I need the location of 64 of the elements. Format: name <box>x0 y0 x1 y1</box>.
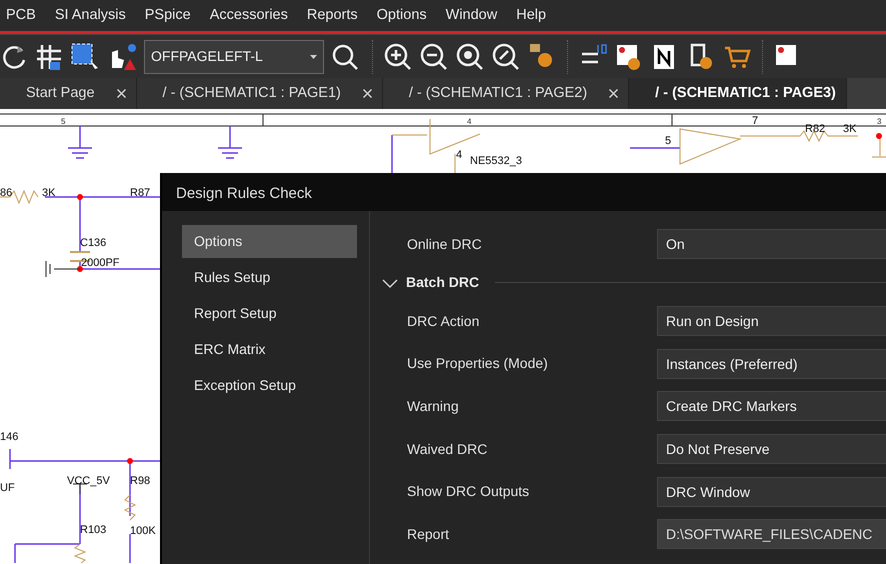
menu-item[interactable]: Help <box>516 4 546 26</box>
schematic-label: 86 <box>0 187 12 199</box>
close-icon[interactable] <box>116 89 126 98</box>
zoom-out-icon[interactable] <box>419 42 449 72</box>
menu-item[interactable]: Window <box>446 4 498 26</box>
schematic-label: VCC_5V <box>67 475 110 487</box>
document-tab[interactable]: / - (SCHEMATIC1 : PAGE1) <box>136 78 383 109</box>
select-icon[interactable] <box>70 42 100 72</box>
schematic-label: 3K <box>42 187 56 199</box>
zoom-fit-icon[interactable] <box>455 42 485 72</box>
document-tab[interactable]: / - (SCHEMATIC1 : PAGE3) <box>629 78 847 109</box>
schematic-label: C136 <box>80 237 106 249</box>
schematic-label: 3K <box>843 123 856 135</box>
schematic-label: 4 <box>456 149 462 161</box>
menu-item[interactable]: Accessories <box>210 4 288 26</box>
zoom-in-icon[interactable] <box>383 42 413 72</box>
dialog-title: Design Rules Check <box>162 173 886 211</box>
setting-label: Waived DRC <box>406 440 488 459</box>
schematic-label: 2000PF <box>81 257 120 269</box>
setting-dropdown[interactable]: DRC Window <box>657 476 886 507</box>
menu-item[interactable]: PSpice <box>144 4 191 26</box>
close-icon[interactable] <box>609 89 618 98</box>
setting-dropdown[interactable]: On <box>657 229 886 260</box>
setting-label: Show DRC Outputs <box>406 482 530 502</box>
schematic-label: R82 <box>805 123 826 135</box>
schematic-label: 7 <box>752 115 758 127</box>
component-dropdown[interactable]: OFFPAGELEFT-L <box>144 40 324 74</box>
nav-item[interactable]: ERC Matrix <box>182 333 357 366</box>
schematic-label: UF <box>0 482 15 494</box>
schematic-label: R87 <box>130 187 150 199</box>
setting-dropdown[interactable]: Run on Design <box>657 306 886 336</box>
setting-dropdown[interactable]: Create DRC Markers <box>657 391 886 422</box>
chevron-down-icon[interactable] <box>382 276 398 289</box>
schematic-label: 5 <box>665 135 672 147</box>
document-tab[interactable]: Start Page <box>0 78 137 109</box>
nav-item[interactable]: Options <box>182 225 357 258</box>
zoom-area-icon[interactable] <box>491 42 521 72</box>
schematic-label: 146 <box>0 431 18 443</box>
close-icon[interactable] <box>362 89 372 98</box>
zone-number: 4 <box>467 117 472 126</box>
nav-item[interactable]: Exception Setup <box>182 369 357 402</box>
path-field[interactable]: D:\SOFTWARE_FILES\CADENC <box>657 519 886 550</box>
schematic-label: R103 <box>80 524 106 536</box>
menu-item[interactable]: Reports <box>306 4 358 26</box>
setting-label: Online DRC <box>406 234 483 254</box>
menu-item[interactable]: SI Analysis <box>54 4 126 26</box>
nav-item[interactable]: Report Setup <box>182 297 357 330</box>
menu-item[interactable]: PCB <box>6 4 36 26</box>
section-title: Batch DRC <box>406 273 480 292</box>
zone-number: 3 <box>877 117 882 126</box>
schematic-label: 100K <box>130 525 156 537</box>
schematic-label: R98 <box>130 475 150 487</box>
schematic-label: NE5532_3 <box>470 155 522 167</box>
menu-item[interactable]: Options <box>376 4 427 26</box>
setting-dropdown[interactable]: Instances (Preferred) <box>657 348 886 379</box>
setting-label: Use Properties (Mode) <box>406 354 549 374</box>
setting-dropdown[interactable]: Do Not Preserve <box>657 434 886 464</box>
setting-label: DRC Action <box>406 312 480 331</box>
caret-icon <box>310 54 317 58</box>
setting-label: Warning <box>406 396 460 416</box>
zone-number: 5 <box>61 117 66 126</box>
setting-label: Report <box>406 524 450 544</box>
document-tab[interactable]: / - (SCHEMATIC1 : PAGE2) <box>382 78 630 109</box>
nav-item[interactable]: Rules Setup <box>182 261 357 294</box>
